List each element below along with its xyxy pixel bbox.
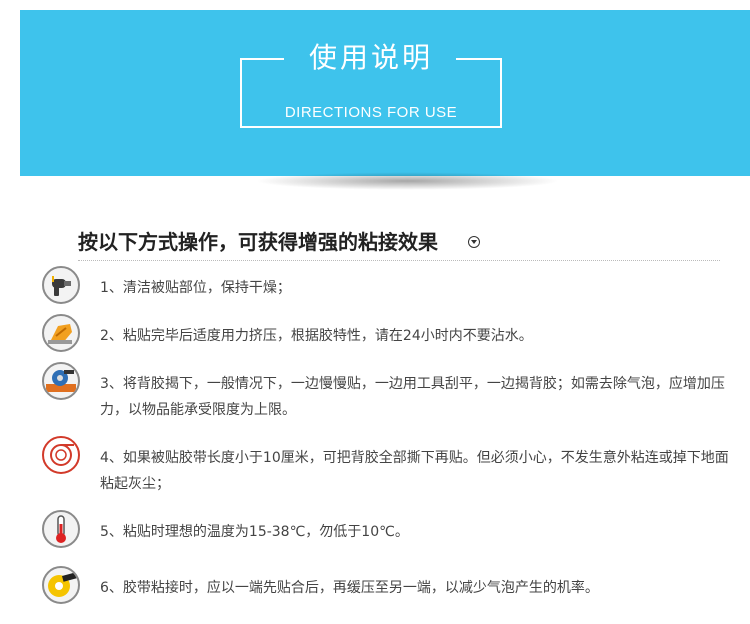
step-text: 5、粘贴时理想的温度为15-38℃，勿低于10℃。 xyxy=(100,524,409,540)
thermometer-icon xyxy=(42,510,80,548)
chevron-down-circle-icon xyxy=(468,236,480,248)
tape-end-icon xyxy=(42,566,80,604)
title-english: DIRECTIONS FOR USE xyxy=(284,104,458,121)
step-text: 2、粘贴完毕后适度用力挤压，根据胶特性，请在24小时内不要沾水。 xyxy=(100,328,533,344)
title-chinese: 使用说明 xyxy=(308,41,433,74)
step-text: 4、如果被贴胶带长度小于10厘米，可把背胶全部撕下再贴。但必须小心，不发生意外粘… xyxy=(100,450,729,492)
dotted-divider xyxy=(78,260,720,261)
hair-dryer-icon xyxy=(42,266,80,304)
tape-roll-icon xyxy=(42,436,80,474)
banner-shadow xyxy=(255,172,560,190)
hand-press-icon xyxy=(42,314,80,352)
step-text: 3、将背胶揭下，一般情况下，一边慢慢贴，一边用工具刮平，一边揭背胶；如需去除气泡… xyxy=(100,376,725,418)
step-text: 6、胶带粘接时，应以一端先贴合后，再缓压至另一端，以减少气泡产生的机率。 xyxy=(100,580,599,596)
section-heading: 按以下方式操作，可获得增强的粘接效果 xyxy=(78,230,438,254)
tape-apply-icon xyxy=(42,362,80,400)
step-text: 1、清洁被贴部位，保持干燥； xyxy=(100,280,291,296)
